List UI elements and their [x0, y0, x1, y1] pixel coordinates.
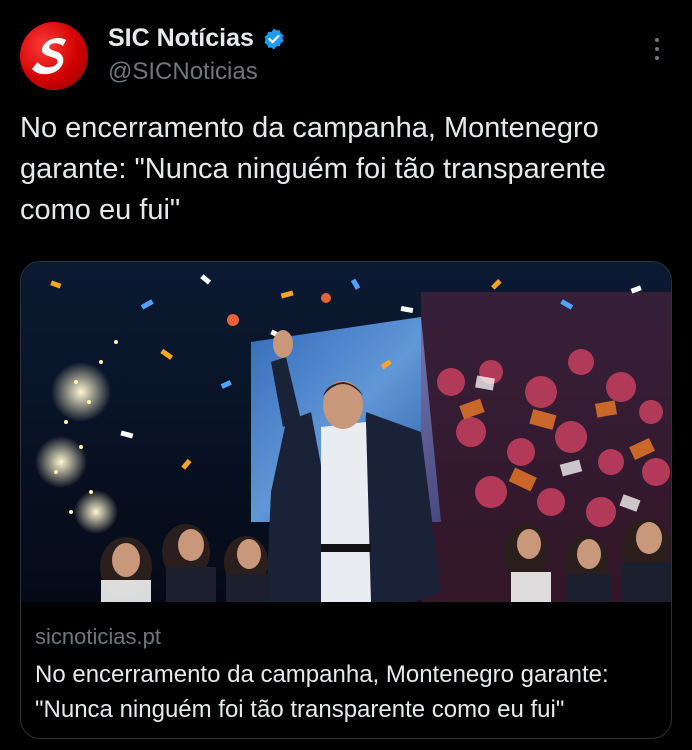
account-handle[interactable]: @SICNoticias	[108, 58, 258, 86]
tweet-text: No encerramento da campanha, Montenegro …	[20, 112, 606, 226]
display-name[interactable]: SIC Notícias	[108, 24, 254, 53]
name-line: SIC Notícias	[108, 24, 286, 53]
link-card[interactable]: sicnoticias.pt No encerramento da campan…	[20, 261, 672, 739]
tweet-header: SIC Notícias @SICNoticias	[20, 18, 672, 90]
verified-badge-icon	[264, 28, 284, 49]
sic-logo-icon[interactable]	[20, 22, 88, 90]
more-vertical-icon[interactable]	[650, 38, 664, 64]
campaign-rally-photo[interactable]	[21, 262, 671, 602]
card-domain: sicnoticias.pt	[35, 624, 161, 649]
card-title: No encerramento da campanha, Montenegro …	[35, 661, 609, 723]
